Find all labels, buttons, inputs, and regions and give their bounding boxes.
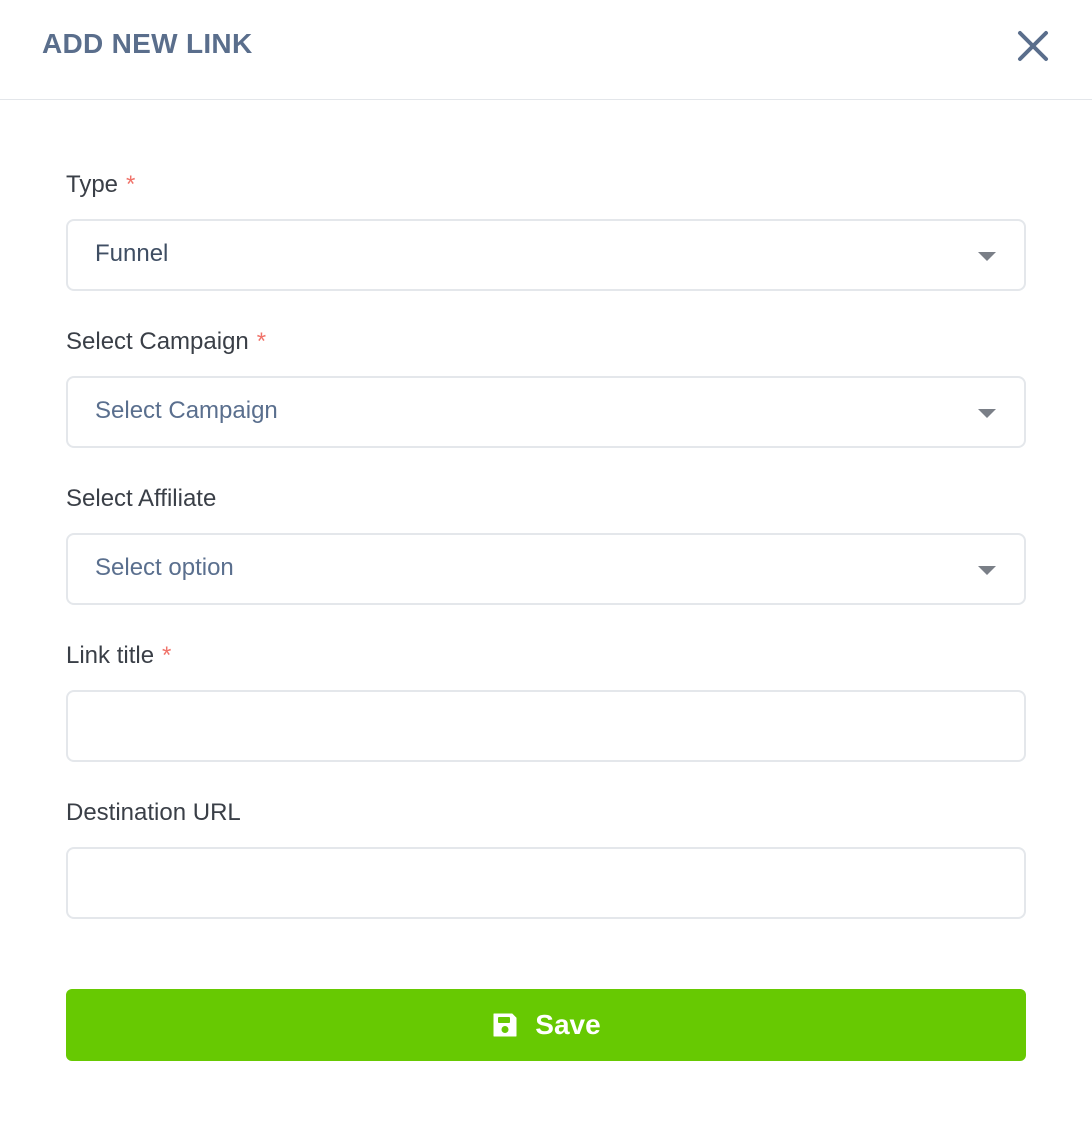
campaign-label-text: Select Campaign [66, 328, 249, 355]
campaign-label: Select Campaign * [66, 328, 266, 356]
affiliate-label: Select Affiliate [66, 485, 216, 513]
chevron-down-icon [978, 252, 996, 261]
campaign-select-placeholder: Select Campaign [95, 397, 278, 424]
required-mark: * [256, 328, 267, 355]
campaign-select[interactable]: Select Campaign [66, 376, 1026, 448]
modal-header: ADD NEW LINK [0, 0, 1092, 100]
type-label-text: Type [66, 171, 119, 198]
affiliate-select[interactable]: Select option [66, 533, 1026, 605]
link-title-label-text: Link title [66, 642, 155, 669]
required-mark: * [162, 642, 172, 669]
destination-url-label-text: Destination URL [66, 799, 241, 826]
type-label: Type * [66, 171, 135, 199]
link-title-label: Link title * [66, 642, 171, 670]
required-mark: * [126, 171, 136, 198]
type-select[interactable]: Funnel [66, 219, 1026, 291]
close-icon [1018, 31, 1048, 61]
chevron-down-icon [978, 566, 996, 575]
destination-url-input[interactable] [66, 847, 1026, 919]
destination-url-label: Destination URL [66, 799, 241, 827]
link-title-input[interactable] [66, 690, 1026, 762]
modal-title: ADD NEW LINK [42, 28, 253, 59]
close-button[interactable] [1013, 26, 1053, 66]
affiliate-label-text: Select Affiliate [66, 485, 217, 512]
type-select-value: Funnel [95, 240, 169, 267]
floppy-disk-icon [493, 1013, 517, 1037]
affiliate-select-placeholder: Select option [95, 554, 234, 581]
save-button[interactable]: Save [66, 989, 1026, 1061]
chevron-down-icon [978, 409, 996, 418]
save-button-label: Save [535, 1009, 601, 1040]
